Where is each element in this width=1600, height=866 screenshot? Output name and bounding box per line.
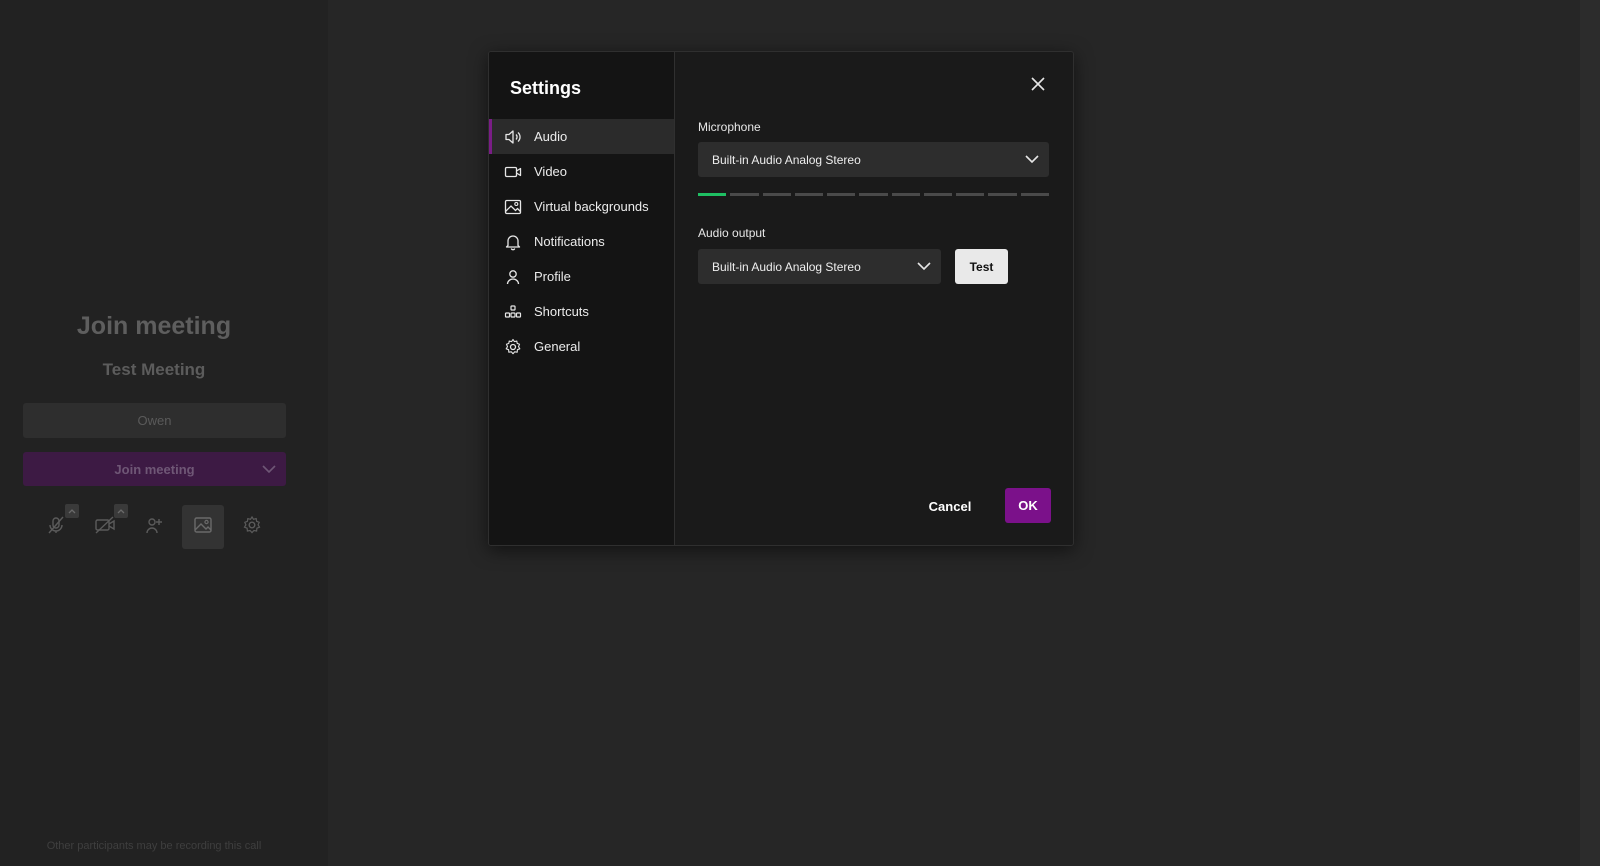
join-meeting-button[interactable]: Join meeting	[23, 452, 286, 486]
background-button[interactable]	[182, 505, 224, 549]
join-meeting-button-label: Join meeting	[114, 461, 195, 477]
shortcuts-icon	[504, 303, 522, 321]
right-edge-strip	[1580, 0, 1600, 866]
meeting-name: Test Meeting	[102, 360, 206, 379]
nav-item-audio[interactable]: Audio	[489, 119, 674, 154]
level-meter-segment	[794, 193, 824, 196]
audio-output-select[interactable]: Built-in Audio Analog Stereo	[698, 249, 941, 284]
microphone-select[interactable]: Built-in Audio Analog Stereo	[698, 142, 1049, 177]
image-icon	[193, 515, 213, 540]
chevron-down-icon	[916, 258, 932, 279]
camera-off-icon	[94, 515, 116, 540]
microphone-label: Microphone	[698, 120, 761, 134]
image-icon	[504, 198, 522, 216]
nav-item-video[interactable]: Video	[489, 154, 674, 189]
chevron-down-icon	[1024, 151, 1040, 172]
level-meter-segment	[956, 193, 985, 196]
test-audio-button[interactable]: Test	[955, 249, 1008, 284]
nav-item-virtual-backgrounds[interactable]: Virtual backgrounds	[489, 189, 674, 224]
camera-options-caret[interactable]	[114, 504, 128, 518]
level-meter-segment	[730, 193, 759, 196]
level-meter-segment	[1020, 193, 1049, 196]
video-camera-icon	[504, 163, 522, 181]
audio-output-label: Audio output	[698, 226, 766, 240]
add-person-icon	[144, 515, 164, 540]
nav-item-profile[interactable]: Profile	[489, 259, 674, 294]
level-meter-segment	[762, 193, 791, 196]
microphone-options-caret[interactable]	[65, 504, 79, 518]
nav-item-label: Shortcuts	[534, 304, 589, 319]
invite-button[interactable]	[133, 505, 175, 549]
join-panel: Join meeting Test Meeting Join meeting	[0, 0, 328, 866]
nav-item-label: Audio	[534, 129, 568, 144]
nav-item-label: General	[534, 339, 581, 354]
nav-item-label: Profile	[534, 269, 571, 284]
level-meter-segment	[891, 193, 920, 196]
nav-item-general[interactable]: General	[489, 329, 674, 364]
join-meeting-title: Join meeting	[76, 312, 232, 340]
dialog-title: Settings	[510, 78, 582, 98]
speaker-icon	[504, 128, 522, 146]
nav-item-label: Virtual backgrounds	[534, 199, 649, 214]
level-meter-segment	[923, 193, 953, 196]
nav-item-label: Notifications	[534, 234, 605, 249]
level-meter-segment	[827, 193, 856, 196]
chevron-down-icon[interactable]	[260, 460, 278, 483]
close-icon	[1030, 76, 1046, 97]
level-meter-segment	[859, 193, 888, 196]
gear-icon	[504, 338, 522, 356]
display-name-input[interactable]	[23, 403, 286, 438]
recording-notice: Other participants may be recording this…	[46, 840, 262, 852]
gear-icon	[242, 515, 262, 540]
prejoin-toolbar	[35, 504, 275, 549]
nav-item-notifications[interactable]: Notifications	[489, 224, 674, 259]
bell-icon	[504, 233, 522, 251]
level-meter-segment	[698, 193, 727, 196]
nav-item-label: Video	[534, 164, 568, 179]
microphone-level-meter	[698, 193, 1049, 196]
level-meter-segment	[988, 193, 1017, 196]
audio-output-select-value: Built-in Audio Analog Stereo	[712, 259, 861, 274]
close-button[interactable]	[1026, 74, 1050, 98]
settings-nav: Audio Video Virtual backgrounds Notifica…	[489, 119, 674, 364]
microphone-select-value: Built-in Audio Analog Stereo	[712, 152, 861, 167]
ok-button[interactable]: OK	[1005, 488, 1051, 523]
microphone-off-icon	[46, 515, 66, 540]
settings-button[interactable]	[231, 505, 273, 549]
cancel-button[interactable]: Cancel	[917, 489, 983, 523]
settings-sidebar: Settings Audio Video Virtual backgrounds	[489, 52, 675, 545]
person-icon	[504, 268, 522, 286]
settings-dialog: Settings Audio Video Virtual backgrounds	[488, 51, 1074, 546]
nav-item-shortcuts[interactable]: Shortcuts	[489, 294, 674, 329]
